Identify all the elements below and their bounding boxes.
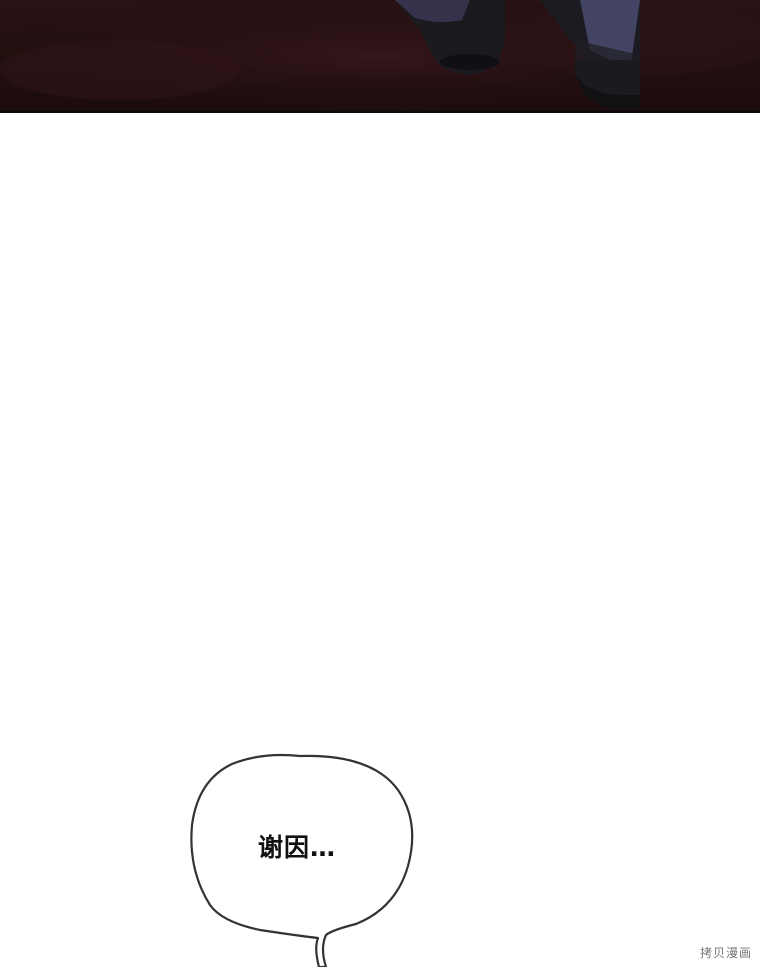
speech-bubble: [190, 753, 414, 967]
watermark-text: 拷贝漫画: [699, 946, 752, 960]
speech-bubble-text: 谢因…: [258, 833, 337, 862]
comic-page: 谢因… 拷贝漫画: [0, 0, 760, 967]
